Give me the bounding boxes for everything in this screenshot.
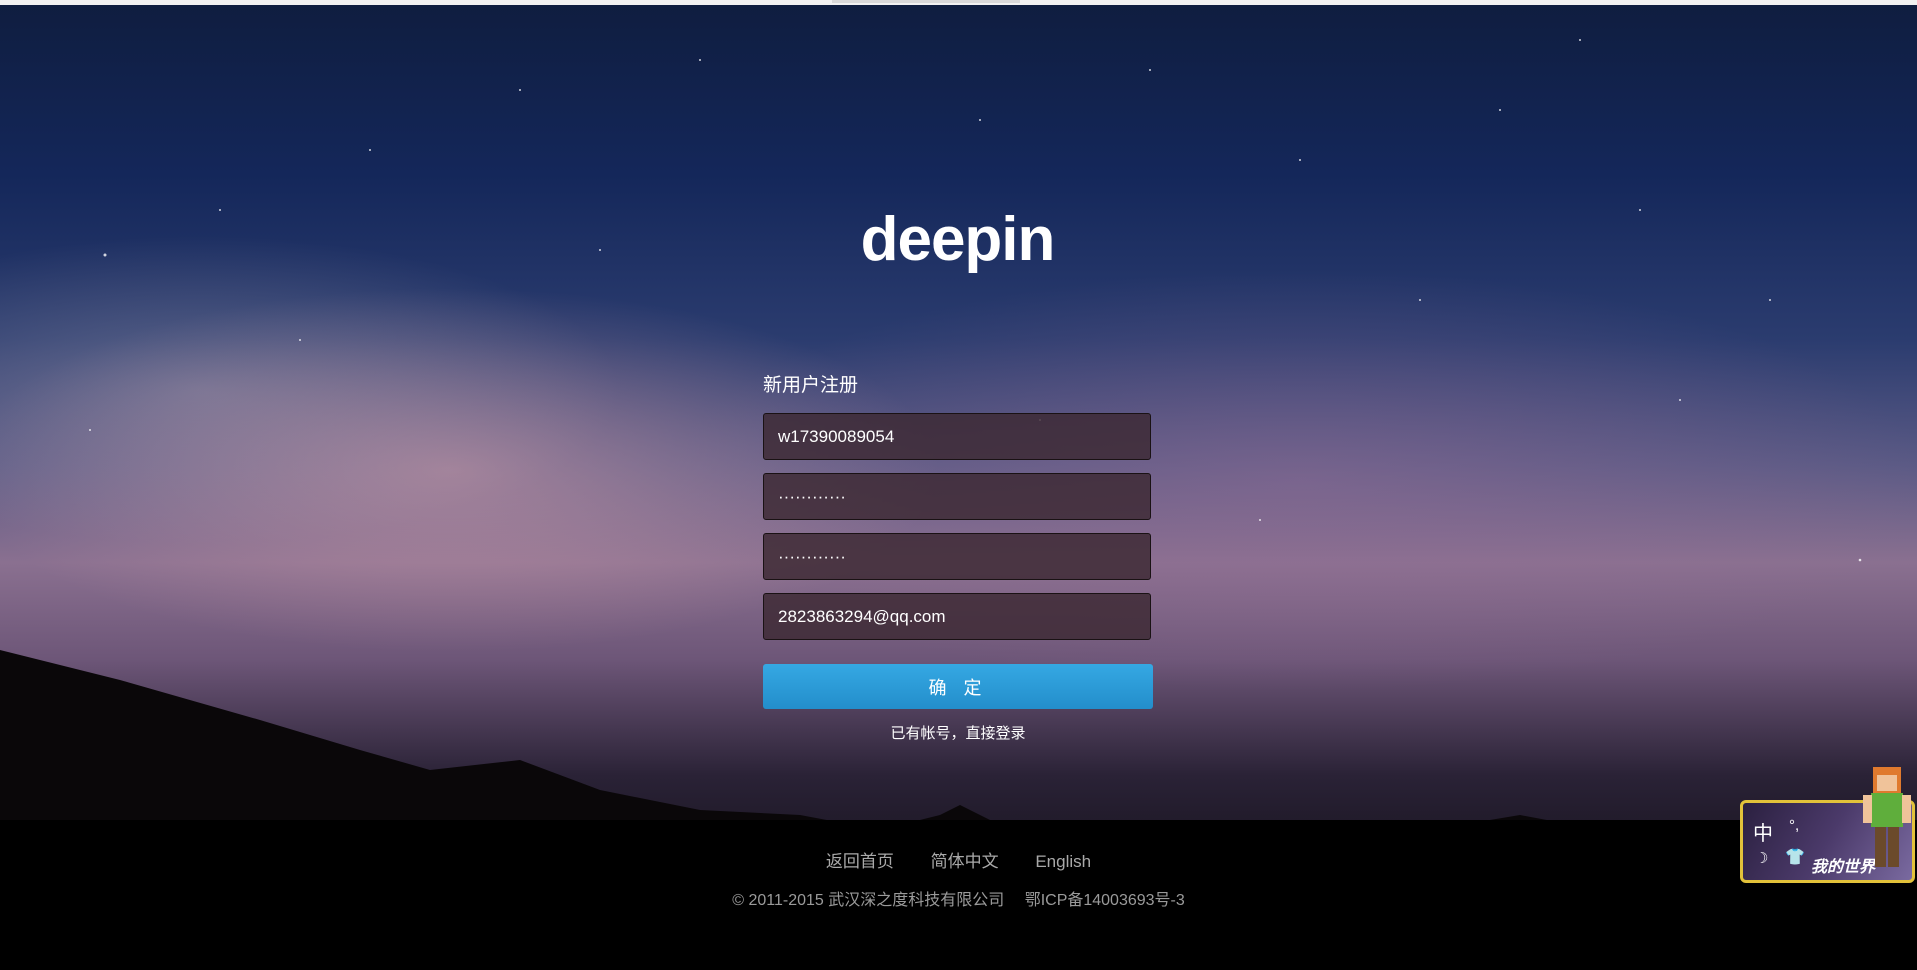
language-en-link[interactable]: English — [1035, 852, 1091, 871]
confirm-password-input[interactable] — [763, 533, 1151, 580]
registration-form: 新用户注册 确 定 已有帐号，直接登录 — [763, 372, 1153, 743]
icp-text: 鄂ICP备14003693号-3 — [1024, 892, 1185, 909]
registration-page: deepin 新用户注册 确 定 已有帐号，直接登录 返回首页 简体中文 Eng… — [0, 0, 1917, 970]
deepin-logo: deepin — [860, 205, 1056, 274]
home-link[interactable]: 返回首页 — [826, 852, 894, 871]
copyright: © 2011-2015 武汉深之度科技有限公司 鄂ICP备14003693号-3 — [0, 886, 1917, 910]
ime-toolbar-widget[interactable]: 中 °, ☽ 👕 我的世界 — [1740, 767, 1915, 883]
moon-icon[interactable]: ☽ — [1755, 849, 1768, 867]
password-input[interactable] — [763, 473, 1151, 520]
copyright-text: © 2011-2015 武汉深之度科技有限公司 — [732, 892, 1005, 909]
submit-button[interactable]: 确 定 — [763, 664, 1153, 709]
ime-punctuation-toggle[interactable]: °, — [1789, 817, 1799, 834]
shirt-icon[interactable]: 👕 — [1785, 847, 1805, 867]
login-link[interactable]: 已有帐号，直接登录 — [763, 722, 1153, 743]
ime-mode-label[interactable]: 中 — [1753, 817, 1773, 846]
email-input[interactable] — [763, 593, 1151, 640]
username-input[interactable] — [763, 413, 1151, 460]
mascot-character-icon — [1863, 767, 1911, 867]
language-zh-link[interactable]: 简体中文 — [931, 852, 999, 871]
footer-links: 返回首页 简体中文 English — [0, 847, 1917, 872]
form-title: 新用户注册 — [763, 375, 859, 396]
